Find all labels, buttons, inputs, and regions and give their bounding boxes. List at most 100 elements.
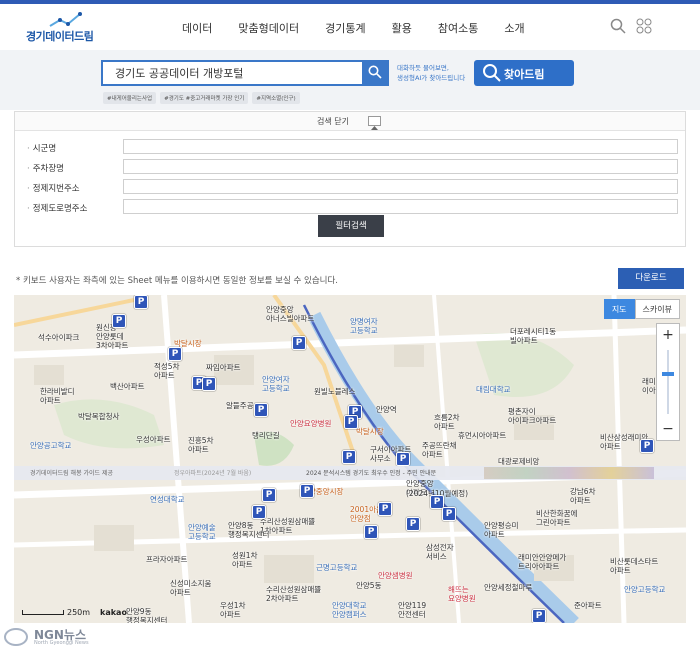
site-logo[interactable]: 경기데이터드림 — [26, 12, 96, 46]
zoom-slider-handle[interactable] — [662, 372, 674, 376]
map-type-map[interactable]: 지도 — [603, 299, 635, 319]
portal-search-input[interactable] — [115, 64, 355, 82]
map-label: 더포레시티1동 빌아파트 — [510, 327, 557, 345]
map-label: 흐름2차 아파트 — [434, 413, 460, 431]
main-nav: 데이터 맞춤형데이터 경기통계 활용 참여소통 소개 — [182, 20, 551, 36]
download-button[interactable]: 다운로드 — [618, 268, 684, 289]
parking-marker[interactable]: P — [344, 415, 358, 429]
nav-item-usage[interactable]: 활용 — [392, 20, 412, 36]
map-label: 안양세정철마루 — [484, 583, 533, 592]
map-label: 안양역 — [376, 405, 397, 414]
map-label: 성원1차 아파트 — [232, 551, 258, 569]
nav-item-participation[interactable]: 참여소통 — [438, 20, 478, 36]
map-label: 안양중앙 아너스빌아파트 — [266, 305, 315, 323]
map-label: 근명고등학교 — [316, 563, 358, 572]
map-label: 짜임아파트 — [206, 363, 241, 372]
map-label: 원빌노블레스 — [314, 387, 356, 396]
map-label: 적성5차 아파트 — [154, 362, 180, 380]
parking-marker[interactable]: P — [442, 507, 456, 521]
parking-marker[interactable]: P — [254, 403, 268, 417]
filter-row-city: 시군명 — [15, 139, 685, 155]
map-label: 안양요양병원 — [290, 419, 332, 428]
filter-search-button[interactable]: 필터검색 — [318, 215, 384, 237]
ai-search-hint: 대화하듯 물어보면, 생성형AI가 찾아드립니다 — [397, 63, 471, 83]
map-label: 안양119 안전센터 — [398, 601, 427, 619]
map-label: 해뜨는 요양병원 — [448, 585, 476, 603]
zoom-out-button[interactable]: − — [657, 418, 679, 440]
filter-toggle-label[interactable]: 검색 닫기 — [317, 116, 349, 127]
filter-label-road-address: 정제도로명주소 — [27, 202, 88, 214]
filter-input-parking-name[interactable] — [123, 159, 678, 174]
nav-item-data[interactable]: 데이터 — [182, 20, 212, 36]
map-label: 삼성전자 서비스 — [426, 543, 454, 561]
grid-menu-icon[interactable] — [636, 18, 652, 34]
map-scale: 250m — [22, 608, 90, 617]
search-tag[interactable]: #경기도 #중고거래마켓 가장 인기 — [160, 92, 249, 104]
chevron-up-icon[interactable] — [368, 116, 381, 130]
map-label: 우성1차 아파트 — [220, 601, 246, 619]
nav-item-statistics[interactable]: 경기통계 — [325, 20, 365, 36]
parking-marker[interactable]: P — [300, 484, 314, 498]
search-tag[interactable]: #지역소멸(인구) — [252, 92, 300, 104]
map-label: 주공뜨란채 아파트 — [422, 441, 457, 459]
map-label: 연성대학교 — [150, 495, 185, 504]
map-label: 프라자아파트 — [146, 555, 188, 564]
ai-find-button[interactable]: 찾아드림 — [474, 60, 574, 86]
map-label: 안양대학교 안양캠퍼스 — [332, 601, 367, 619]
map-label: 안양5동 — [356, 581, 382, 590]
parking-marker[interactable]: P — [134, 295, 148, 309]
keyboard-note: * 키보드 사용자는 좌측에 있는 Sheet 메뉴를 이용하시면 동일한 정보… — [16, 276, 339, 286]
map-label: 대광로제비앙 — [498, 457, 540, 466]
parking-marker[interactable]: P — [532, 609, 546, 623]
parking-marker[interactable]: P — [168, 347, 182, 361]
nav-item-custom-data[interactable]: 맞춤형데이터 — [238, 20, 299, 36]
parking-marker[interactable]: P — [406, 517, 420, 531]
nav-item-about[interactable]: 소개 — [504, 20, 524, 36]
map-label: 안양샘병원 — [378, 571, 413, 580]
parking-marker[interactable]: P — [292, 336, 306, 350]
logo-text: 경기데이터드림 — [26, 30, 94, 43]
map-label: 백산아파트 — [110, 382, 145, 391]
map-type-skyview[interactable]: 스카이뷰 — [634, 299, 680, 319]
map-label: 진흥5차 아파트 — [188, 436, 214, 454]
map-label: 강남6차 아파트 — [570, 487, 596, 505]
portal-search-button[interactable] — [362, 60, 389, 86]
filter-label-city: 시군명 — [27, 142, 56, 154]
map-label: 양명여자 고등학교 — [350, 317, 378, 335]
parking-marker[interactable]: P — [396, 452, 410, 466]
parking-marker[interactable]: P — [202, 377, 216, 391]
parking-marker[interactable]: P — [342, 450, 356, 464]
search-icon — [368, 65, 382, 79]
parking-marker[interactable]: P — [262, 488, 276, 502]
parking-marker[interactable]: P — [112, 314, 126, 328]
zoom-slider-track[interactable] — [667, 350, 669, 414]
news-logo-icon — [4, 628, 28, 646]
parking-marker[interactable]: P — [252, 505, 266, 519]
map-overlay-strip: 경기데이터드림 해봉 가이드 제공 정우아파트(2024년 7월 바움) 202… — [14, 466, 686, 480]
filter-row-road-address: 정제도로명주소 — [15, 199, 685, 215]
search-band: 대화하듯 물어보면, 생성형AI가 찾아드립니다 찾아드림 #내게어울리는사업 … — [0, 50, 700, 110]
ai-find-label: 찾아드림 — [504, 68, 545, 81]
parking-marker[interactable]: P — [640, 439, 654, 453]
magnifier-icon — [483, 64, 501, 82]
map-label: 탱리단길 — [252, 431, 280, 440]
map-label: 안양공고학교 — [30, 441, 72, 450]
map-label: 안양여자 고등학교 — [262, 375, 290, 393]
search-tag[interactable]: #내게어울리는사업 — [103, 92, 157, 104]
map-label: 안양고등학교 — [624, 585, 666, 594]
parking-map[interactable]: 안양중앙 아너스빌아파트 원신흥 안양롯데 3차아파트 석수아이파크 박달시장 적성5… — [14, 295, 686, 623]
filter-row-parking-name: 주차장명 — [15, 159, 685, 175]
parking-marker[interactable]: P — [364, 525, 378, 539]
filter-input-lot-address[interactable] — [123, 179, 678, 194]
header-icons — [600, 18, 652, 34]
parking-marker[interactable]: P — [378, 502, 392, 516]
map-label: 수리산성원삼매쁠 2차아파트 — [266, 585, 322, 603]
filter-row-lot-address: 정제지번주소 — [15, 179, 685, 195]
filter-input-city[interactable] — [123, 139, 678, 154]
filter-input-road-address[interactable] — [123, 199, 678, 214]
scale-bar — [22, 610, 64, 615]
zoom-in-button[interactable]: + — [657, 324, 679, 346]
search-icon[interactable] — [610, 18, 626, 34]
map-provider-logo: kakao — [100, 608, 127, 617]
overlay-text: 2024 문석시스템 경기도 최우수 인정 - 주민 안내문 — [306, 470, 437, 477]
